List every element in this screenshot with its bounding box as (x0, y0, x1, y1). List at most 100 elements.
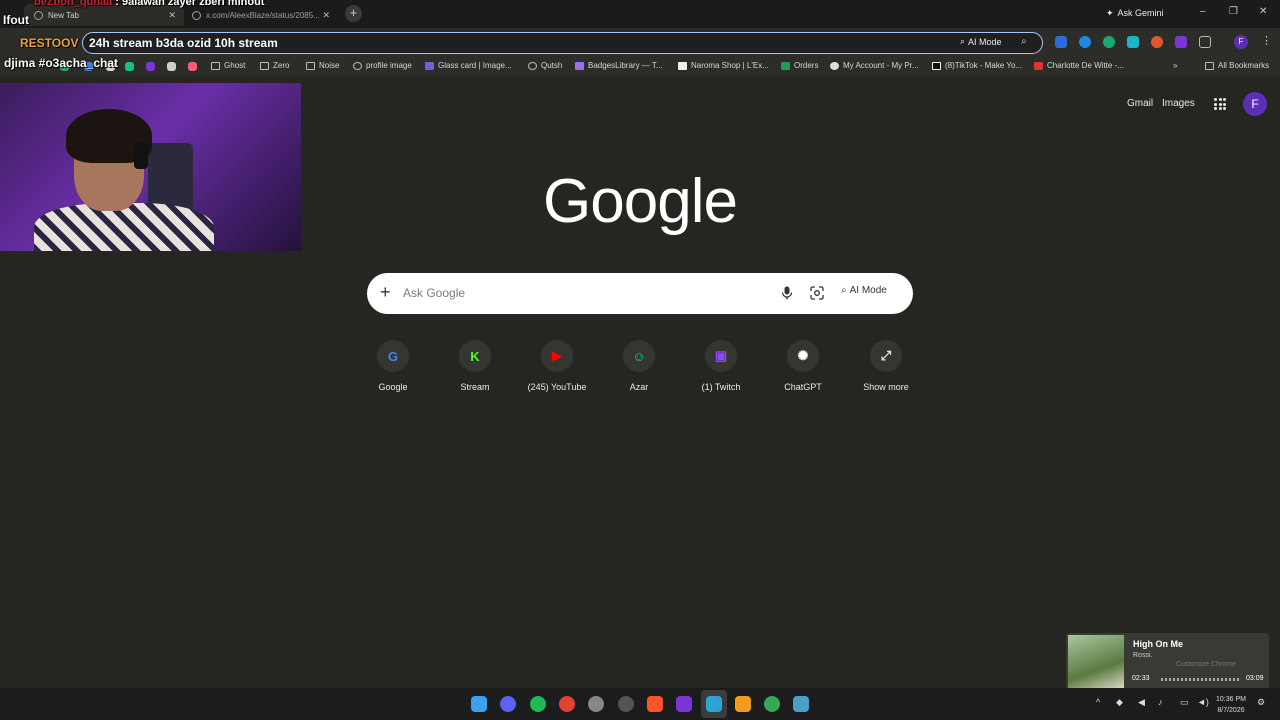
bookmark-noise[interactable]: Noise (306, 61, 339, 70)
more-bookmarks-chevron-icon[interactable]: » (1173, 61, 1177, 70)
bookmark-ghost[interactable]: Ghost (211, 61, 245, 70)
bookmark-favicon-icon[interactable] (167, 62, 176, 71)
extension-icon[interactable] (1175, 36, 1187, 48)
images-link[interactable]: Images (1162, 98, 1195, 109)
toolbar: 24h stream b3da ozid 10h stream ⌕ AI Mod… (0, 28, 1280, 58)
app-icon[interactable] (618, 696, 634, 712)
bookmark-naroma-shop[interactable]: Naroma Shop | L'Ex... (678, 61, 769, 70)
ai-search-icon: ⌕ (960, 36, 966, 46)
chrome-icon[interactable] (764, 696, 780, 712)
bookmark-orders[interactable]: Orders (781, 61, 818, 70)
extensions-puzzle-icon[interactable] (1199, 36, 1211, 48)
track-title: High On Me (1133, 639, 1183, 649)
folder-icon (306, 61, 315, 70)
bookmark-favicon-icon[interactable] (146, 62, 155, 71)
google-lens-icon[interactable] (810, 286, 824, 300)
close-window-button[interactable]: ✕ (1259, 6, 1267, 17)
spotify-icon[interactable] (530, 696, 546, 712)
chrome-icon[interactable] (559, 696, 575, 712)
bookmark-favicon-icon[interactable] (188, 62, 197, 71)
system-clock[interactable]: 10:36 PM 8/7/2026 (1216, 694, 1246, 716)
shortcut-youtube[interactable]: ▶ (245) YouTube (517, 340, 597, 392)
microphone-icon[interactable] (781, 286, 793, 300)
tiktok-icon (932, 61, 941, 70)
shortcut-azar[interactable]: ☺ Azar (599, 340, 679, 392)
shortcut-stream[interactable]: K Stream (435, 340, 515, 392)
maximize-button[interactable]: ❐ (1229, 6, 1238, 17)
app-icon[interactable] (793, 696, 809, 712)
chat-overlay-djima: djima #o3acha_chat (4, 56, 119, 70)
omnibox-ai-mode-button[interactable]: ⌕ AI Mode (960, 36, 1002, 47)
windows-start-icon[interactable] (471, 696, 487, 712)
menu-kebab-icon[interactable]: ⋮ (1261, 34, 1272, 47)
bookmark-profile-image[interactable]: profile image (353, 61, 412, 70)
shortcut-label: (1) Twitch (701, 382, 741, 392)
extension-icon[interactable] (1079, 36, 1091, 48)
discord-icon[interactable] (500, 696, 516, 712)
bookmark-qutsh[interactable]: Qutsh (528, 61, 562, 70)
shortcut-chatgpt[interactable]: ✺ ChatGPT (763, 340, 843, 392)
profile-button[interactable]: F (1234, 35, 1248, 49)
shortcut-twitch[interactable]: ▣ (1) Twitch (681, 340, 761, 392)
add-attachment-icon[interactable]: + (380, 282, 391, 303)
bookmark-charlotte[interactable]: Charlotte De Witte -... (1034, 61, 1124, 70)
network-icon[interactable]: ▭ (1180, 697, 1189, 708)
search-input[interactable] (403, 283, 773, 303)
google-logo: Google (543, 167, 738, 236)
notification-bell-icon[interactable]: ⚙ (1257, 697, 1265, 708)
fl-studio-icon[interactable] (735, 696, 751, 712)
zoom-icon[interactable]: ⌕ (1021, 36, 1027, 47)
account-avatar[interactable]: F (1243, 92, 1267, 116)
folder-icon (260, 61, 269, 70)
customize-chrome-ghost-text: Customize Chrome (1176, 661, 1236, 668)
minimize-button[interactable]: – (1200, 6, 1206, 17)
extension-icon[interactable] (1103, 36, 1115, 48)
google-apps-icon[interactable] (1214, 98, 1226, 110)
extension-icon[interactable] (1127, 36, 1139, 48)
bookmark-glass-card[interactable]: Glass card | Image... (425, 61, 512, 70)
microphone-tray-icon[interactable]: ♪ (1158, 697, 1163, 707)
google-icon: G (377, 340, 409, 372)
bookmarks-bar: Ghost Zero Noise profile image Glass car… (0, 58, 1280, 76)
site-icon (575, 61, 584, 70)
tab-label: x.com/AleexBlaze/status/2085... (206, 10, 320, 20)
album-art (1068, 635, 1124, 691)
media-player-widget[interactable]: High On Me Rossi. Customize Chrome 02:33… (1066, 633, 1269, 694)
tray-app-icon[interactable]: ◀ (1138, 697, 1145, 708)
folder-icon (211, 61, 220, 70)
ai-mode-button[interactable]: ⌕ AI Mode (841, 285, 887, 296)
shortcut-google[interactable]: G Google (353, 340, 433, 392)
close-tab-icon[interactable]: ✕ (322, 10, 330, 21)
kick-icon: K (459, 340, 491, 372)
bookmark-favicon-icon[interactable] (125, 62, 134, 71)
search-box: + ⌕ AI Mode (367, 273, 913, 314)
shortcut-show-more[interactable]: ⤢ Show more (846, 340, 926, 392)
ask-gemini-button[interactable]: ✦ Ask Gemini (1106, 5, 1164, 21)
brave-icon[interactable] (647, 696, 663, 712)
tray-app-icon[interactable]: ◆ (1116, 697, 1123, 708)
extension-icon[interactable] (1055, 36, 1067, 48)
close-tab-icon[interactable]: ✕ (168, 10, 176, 21)
extension-icon[interactable] (1151, 36, 1163, 48)
gemini-sparkle-icon: ✦ (1106, 7, 1114, 18)
address-bar-text[interactable]: 24h stream b3da ozid 10h stream (89, 36, 278, 50)
tray-overflow-chevron-icon[interactable]: ^ (1096, 697, 1100, 707)
volume-icon[interactable]: ◄) (1197, 697, 1209, 707)
bookmark-badgeslibrary[interactable]: BadgesLibrary — T... (575, 61, 663, 70)
waveform-bar (1161, 678, 1241, 681)
address-bar[interactable]: 24h stream b3da ozid 10h stream ⌕ AI Mod… (82, 32, 1043, 54)
obs-icon[interactable] (588, 696, 604, 712)
elapsed-time: 02:33 (1132, 675, 1150, 682)
new-tab-button[interactable]: + (345, 5, 362, 22)
x-favicon-icon (192, 10, 201, 20)
track-duration: 03:09 (1246, 675, 1264, 682)
bookmark-my-account[interactable]: My Account - My Pr... (830, 61, 919, 70)
bookmark-tiktok[interactable]: (8)TikTok - Make Yo... (932, 61, 1022, 70)
expand-icon: ⤢ (870, 340, 902, 372)
site-icon (678, 61, 687, 70)
bookmark-zero[interactable]: Zero (260, 61, 289, 70)
telegram-icon[interactable] (706, 696, 722, 712)
all-bookmarks-button[interactable]: All Bookmarks (1205, 61, 1269, 70)
app-icon[interactable] (676, 696, 692, 712)
gmail-link[interactable]: Gmail (1127, 98, 1153, 109)
